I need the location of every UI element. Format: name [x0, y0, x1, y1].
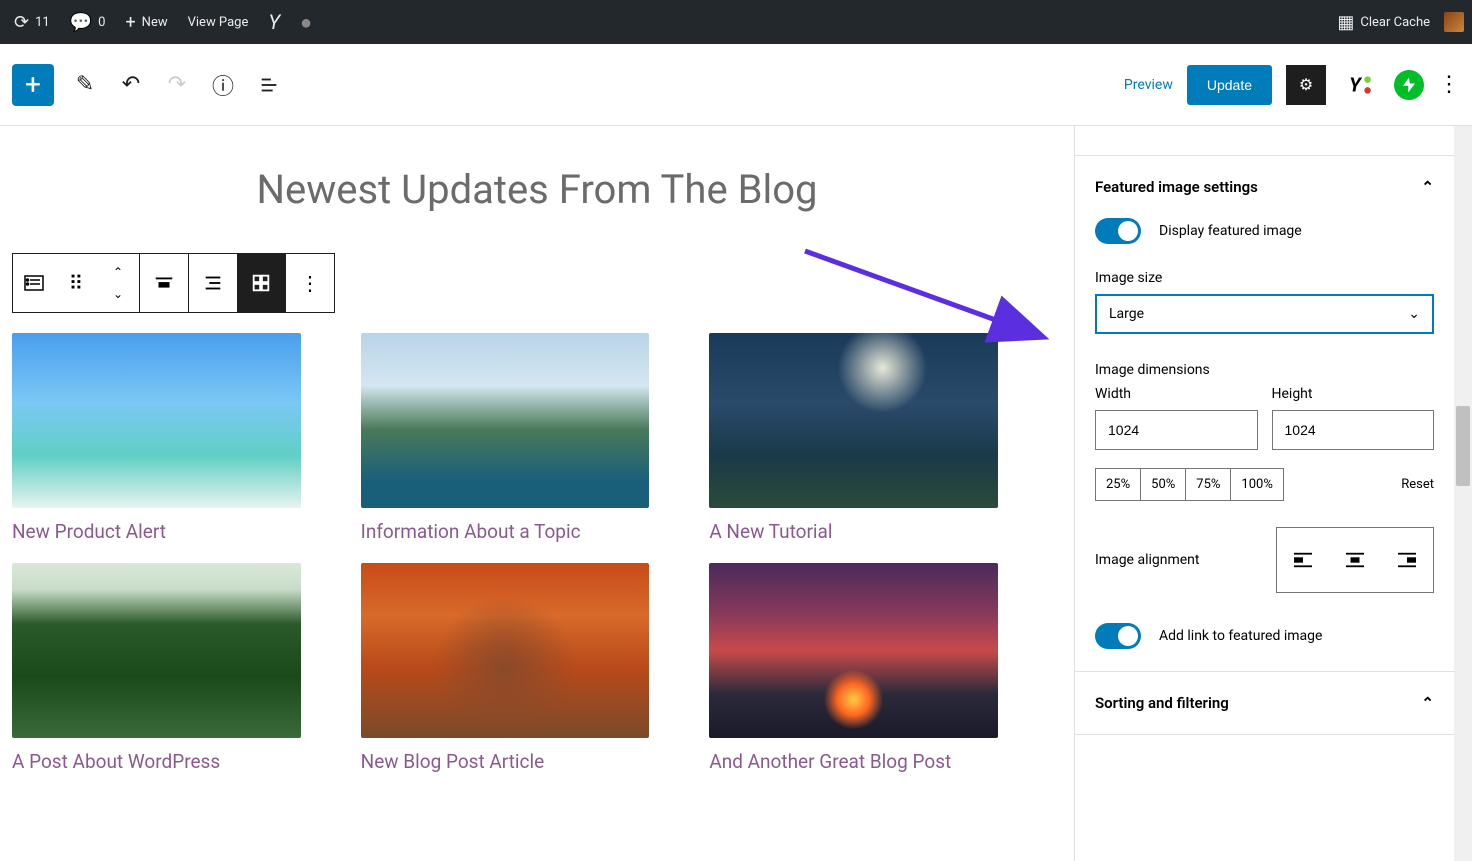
admin-new[interactable]: + New — [119, 12, 173, 33]
edit-icon[interactable]: ✎ — [70, 70, 100, 100]
admin-dot[interactable]: ● — [294, 10, 318, 35]
post-title[interactable]: Information About a Topic — [361, 520, 650, 543]
post-image[interactable] — [12, 563, 301, 738]
align-left-button[interactable] — [1277, 528, 1329, 592]
pct-100-button[interactable]: 100% — [1231, 469, 1282, 500]
chevron-down-icon: ⌄ — [113, 288, 123, 300]
add-link-label: Add link to featured image — [1159, 628, 1322, 644]
post-card[interactable]: A New Tutorial — [709, 333, 998, 543]
jetpack-button[interactable] — [1394, 70, 1424, 100]
editor-canvas[interactable]: Newest Updates From The Blog ⠿ ⌃⌄ — [0, 126, 1074, 861]
height-label: Height — [1272, 386, 1435, 402]
plus-icon: + — [125, 12, 135, 33]
post-image[interactable] — [709, 563, 998, 738]
new-label: New — [142, 15, 168, 30]
display-featured-toggle[interactable] — [1095, 218, 1141, 244]
more-menu[interactable]: ⋮ — [1438, 72, 1460, 97]
pct-50-button[interactable]: 50% — [1141, 469, 1186, 500]
image-size-value: Large — [1109, 306, 1144, 322]
chevron-down-icon: ⌄ — [1408, 306, 1420, 322]
grid-view-button[interactable] — [237, 254, 285, 312]
admin-updates[interactable]: ⟳ 11 — [8, 12, 56, 33]
user-avatar[interactable] — [1444, 12, 1464, 32]
comments-count: 0 — [98, 15, 105, 30]
admin-bar: ⟳ 11 💬 0 + New View Page Y ● ▦ Clear Cac… — [0, 0, 1472, 44]
undo-icon[interactable]: ↶ — [116, 70, 146, 100]
pct-75-button[interactable]: 75% — [1186, 469, 1231, 500]
update-button[interactable]: Update — [1187, 65, 1272, 105]
image-size-select[interactable]: Large ⌄ — [1095, 294, 1434, 334]
width-label: Width — [1095, 386, 1258, 402]
post-card[interactable]: New Blog Post Article — [361, 563, 650, 773]
comment-icon: 💬 — [70, 12, 92, 33]
info-icon[interactable]: ⓘ — [208, 70, 238, 100]
yoast-button[interactable]: Y — [1340, 65, 1380, 105]
align-center-button[interactable] — [1329, 528, 1381, 592]
post-image[interactable] — [709, 333, 998, 508]
chevron-up-icon: ⌃ — [1421, 178, 1434, 196]
height-input[interactable] — [1272, 410, 1435, 450]
sorting-panel-header[interactable]: Sorting and filtering ⌃ — [1075, 672, 1454, 735]
block-more-menu[interactable]: ⋮ — [286, 254, 334, 312]
chevron-up-icon: ⌃ — [113, 266, 123, 278]
add-block-button[interactable]: + — [12, 64, 54, 106]
post-card[interactable]: New Product Alert — [12, 333, 301, 543]
chevron-up-icon: ⌃ — [1421, 694, 1434, 712]
reset-link[interactable]: Reset — [1401, 477, 1434, 492]
post-title[interactable]: New Blog Post Article — [361, 750, 650, 773]
view-page-label: View Page — [188, 15, 249, 30]
post-title[interactable]: A Post About WordPress — [12, 750, 301, 773]
image-size-label: Image size — [1095, 270, 1434, 286]
preview-link[interactable]: Preview — [1124, 77, 1173, 93]
posts-grid: New Product Alert Information About a Top… — [0, 333, 1010, 773]
panel-title: Featured image settings — [1095, 178, 1258, 196]
featured-image-panel: Featured image settings ⌃ Display featur… — [1075, 156, 1454, 672]
settings-button[interactable]: ⚙ — [1286, 65, 1326, 105]
drag-handle-icon[interactable]: ⠿ — [55, 254, 97, 312]
post-image[interactable] — [361, 563, 650, 738]
block-toolbar: ⠿ ⌃⌄ ⋮ — [12, 253, 1074, 313]
post-title[interactable]: A New Tutorial — [709, 520, 998, 543]
editor-toolbar: + ✎ ↶ ↷ ⓘ Preview Update ⚙ Y ⋮ — [0, 44, 1472, 126]
post-image[interactable] — [361, 333, 650, 508]
post-card[interactable]: A Post About WordPress — [12, 563, 301, 773]
admin-comments[interactable]: 💬 0 — [64, 12, 112, 33]
admin-yoast[interactable]: Y — [262, 10, 286, 34]
display-featured-label: Display featured image — [1159, 223, 1302, 239]
width-input[interactable] — [1095, 410, 1258, 450]
featured-image-panel-header[interactable]: Featured image settings ⌃ — [1095, 178, 1434, 196]
image-dimensions-label: Image dimensions — [1095, 362, 1434, 378]
post-card[interactable]: Information About a Topic — [361, 333, 650, 543]
size-preset-group: 25% 50% 75% 100% — [1095, 468, 1284, 501]
outline-icon[interactable] — [254, 70, 284, 100]
gear-icon: ⚙ — [1299, 75, 1313, 94]
align-right-button[interactable] — [1381, 528, 1433, 592]
yoast-icon: Y — [268, 10, 280, 34]
list-view-button[interactable] — [189, 254, 237, 312]
add-link-toggle[interactable] — [1095, 623, 1141, 649]
admin-view-page[interactable]: View Page — [182, 15, 255, 30]
dot-icon: ● — [300, 10, 312, 35]
settings-sidebar: Featured image settings ⌃ Display featur… — [1074, 126, 1454, 861]
alignment-label: Image alignment — [1095, 552, 1200, 568]
post-image[interactable] — [12, 333, 301, 508]
svg-text:Y: Y — [1349, 73, 1363, 96]
alignment-group — [1276, 527, 1434, 593]
sorting-panel-title: Sorting and filtering — [1095, 694, 1229, 712]
post-title[interactable]: And Another Great Blog Post — [709, 750, 998, 773]
updates-count: 11 — [35, 15, 50, 30]
redo-icon[interactable]: ↷ — [162, 70, 192, 100]
admin-clear-cache[interactable]: ▦ Clear Cache — [1331, 12, 1436, 33]
move-arrows[interactable]: ⌃⌄ — [97, 254, 139, 312]
pct-25-button[interactable]: 25% — [1096, 469, 1141, 500]
page-title[interactable]: Newest Updates From The Blog — [0, 166, 1074, 213]
post-card[interactable]: And Another Great Blog Post — [709, 563, 998, 773]
page-scrollbar[interactable] — [1454, 126, 1472, 861]
align-button[interactable] — [140, 254, 188, 312]
post-title[interactable]: New Product Alert — [12, 520, 301, 543]
clear-cache-label: Clear Cache — [1360, 15, 1430, 30]
refresh-icon: ⟳ — [14, 12, 29, 33]
cache-icon: ▦ — [1337, 12, 1354, 33]
block-type-icon[interactable] — [13, 254, 55, 312]
